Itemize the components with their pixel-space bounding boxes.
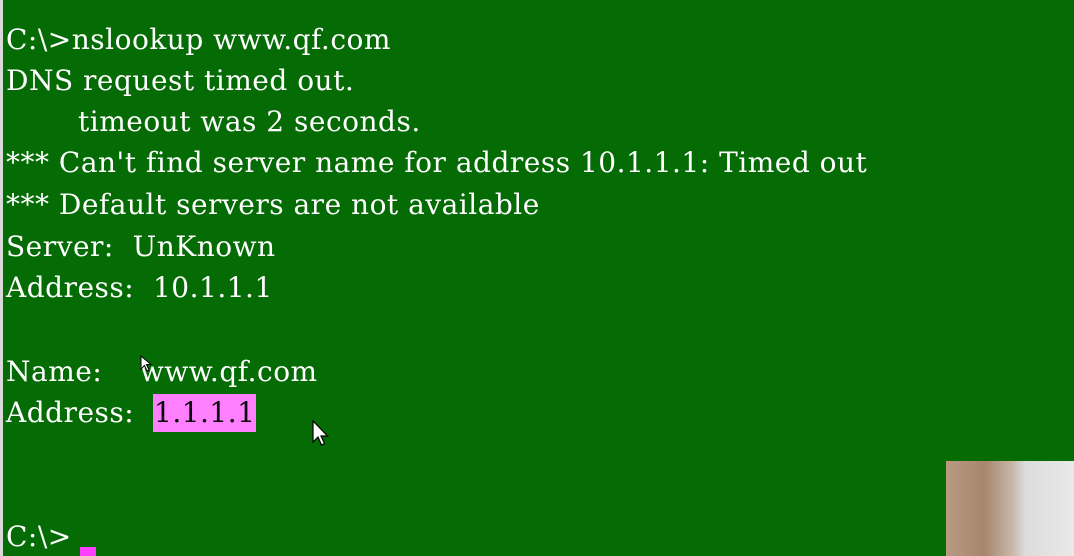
command-line: C:\>nslookup www.qf.com xyxy=(6,23,391,56)
window-left-border xyxy=(0,0,3,556)
text-caret xyxy=(80,547,96,556)
command-prompt[interactable]: C:\> xyxy=(6,517,72,556)
output-line-default-servers: *** Default servers are not available xyxy=(6,188,540,221)
timeout-text: timeout was 2 seconds. xyxy=(78,105,421,138)
mouse-cursor-icon xyxy=(312,420,329,446)
arrow-cursor-icon xyxy=(140,355,153,372)
output-line-name: Name: www.qf.com xyxy=(6,355,318,388)
webcam-overlay xyxy=(946,461,1074,556)
output-line-dns-timeout: DNS request timed out. xyxy=(6,64,355,97)
output-line-cant-find-server: *** Can't find server name for address 1… xyxy=(6,146,868,179)
address-label: Address: xyxy=(6,396,153,429)
selected-address-text[interactable]: 1.1.1.1 xyxy=(153,394,257,432)
output-line-timeout-seconds: timeout was 2 seconds. xyxy=(6,102,421,142)
output-line-address: Address: 1.1.1.1 xyxy=(6,393,257,433)
output-line-server-address: Address: 10.1.1.1 xyxy=(6,271,273,304)
output-line-server: Server: UnKnown xyxy=(6,230,276,263)
command-prompt-window[interactable]: C:\>nslookup www.qf.com DNS request time… xyxy=(0,0,1074,556)
